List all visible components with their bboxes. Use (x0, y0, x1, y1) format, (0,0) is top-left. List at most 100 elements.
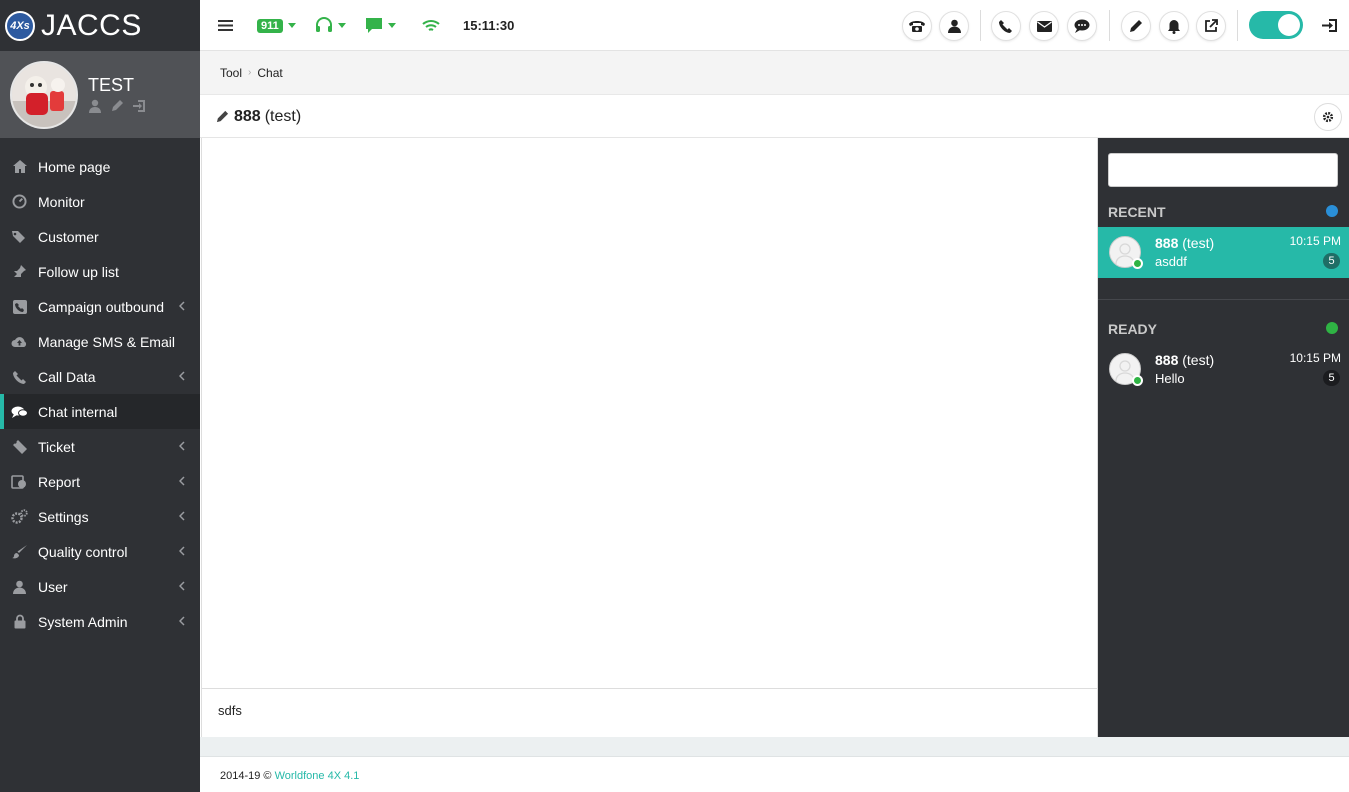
comments-icon (11, 403, 28, 420)
sidebar-item-label: Quality control (38, 543, 128, 560)
sidebar-item-follow-up[interactable]: Follow up list (0, 254, 200, 289)
sidebar-item-label: Manage SMS & Email (38, 333, 175, 350)
chevron-left-icon (179, 616, 185, 626)
call-log-button[interactable] (902, 11, 932, 41)
dashboard-icon (11, 193, 28, 210)
contact-name: 888 (test) (1155, 352, 1215, 368)
contact-item-ready[interactable]: 888 (test) Hello 10:15 PM 5 (1098, 344, 1349, 395)
sidebar-item-customer[interactable]: Customer (0, 219, 200, 254)
emergency-dropdown[interactable]: 911 (257, 0, 296, 51)
note-button[interactable] (1121, 11, 1151, 41)
sidebar-item-home[interactable]: Home page (0, 149, 200, 184)
sidebar-item-settings[interactable]: Settings (0, 499, 200, 534)
breadcrumb-separator: › (248, 67, 252, 78)
lock-icon (11, 613, 28, 630)
call-button[interactable] (991, 11, 1021, 41)
unread-count-badge: 5 (1323, 253, 1340, 269)
profile-edit-icon[interactable] (110, 99, 124, 113)
footer-copyright: 2014-19 © (220, 770, 272, 782)
chat-button[interactable] (1067, 11, 1097, 41)
toggle-knob (1278, 14, 1300, 36)
email-button[interactable] (1029, 11, 1059, 41)
user-icon (11, 578, 28, 595)
connection-status[interactable] (422, 0, 440, 51)
avatar[interactable] (10, 61, 78, 129)
notifications-button[interactable] (1159, 11, 1189, 41)
sidebar-item-label: Ticket (38, 438, 75, 455)
sidebar-item-campaign-outbound[interactable]: Campaign outbound (0, 289, 200, 324)
profile-actions (88, 99, 146, 113)
chat-title-suffix: (test) (264, 107, 302, 125)
sidebar-item-ticket[interactable]: Ticket (0, 429, 200, 464)
breadcrumb: Tool › Chat (200, 51, 1349, 95)
sidebar-item-call-data[interactable]: Call Data (0, 359, 200, 394)
contact-last-message: Hello (1155, 371, 1185, 386)
sidebar-item-label: System Admin (38, 613, 128, 630)
contact-search-input[interactable] (1108, 153, 1338, 187)
sidebar-item-label: User (38, 578, 68, 595)
profile-user-icon[interactable] (88, 99, 102, 113)
sidebar: 4Xs JACCS TEST Home page Monitor Custome… (0, 0, 200, 792)
status-toggle[interactable] (1249, 11, 1303, 39)
chevron-left-icon (179, 476, 185, 486)
hamburger-menu-button[interactable] (218, 0, 233, 51)
sidebar-item-quality-control[interactable]: Quality control (0, 534, 200, 569)
caret-down-icon (287, 23, 296, 28)
breadcrumb-item-tool[interactable]: Tool (220, 66, 242, 80)
phone-icon (11, 368, 28, 385)
logout-button[interactable] (1321, 0, 1338, 51)
contact-last-message: asddf (1155, 254, 1187, 269)
divider (1109, 10, 1110, 41)
sidebar-item-label: Campaign outbound (38, 298, 165, 315)
profile-logout-icon[interactable] (132, 99, 146, 113)
breadcrumb-item-chat[interactable]: Chat (257, 66, 282, 80)
ticket-icon (11, 438, 28, 455)
sidebar-item-label: Settings (38, 508, 89, 525)
external-link-icon (1205, 19, 1218, 32)
sidebar-item-chat-internal[interactable]: Chat internal (0, 394, 200, 429)
ready-section-title: READY (1108, 321, 1158, 337)
chevron-left-icon (179, 581, 185, 591)
message-input[interactable]: sdfs (202, 688, 1097, 737)
sidebar-item-manage-sms-email[interactable]: Manage SMS & Email (0, 324, 200, 359)
phone-icon (999, 20, 1012, 33)
chat-status-dropdown[interactable] (366, 0, 396, 51)
report-icon (11, 473, 28, 490)
chevron-left-icon (179, 441, 185, 451)
footer-link[interactable]: Worldfone 4X 4.1 (275, 770, 360, 782)
contact-item-recent[interactable]: 888 (test) asddf 10:15 PM 5 (1098, 227, 1349, 278)
open-external-button[interactable] (1196, 11, 1226, 41)
phone-square-icon (11, 298, 28, 315)
contacts-button[interactable] (939, 11, 969, 41)
recent-section-title: RECENT (1108, 204, 1166, 220)
sidebar-item-report[interactable]: Report (0, 464, 200, 499)
caret-down-icon (388, 23, 396, 28)
gear-icon (1322, 111, 1334, 123)
contacts-panel: RECENT 888 (test) asddf 10:15 PM 5 READY… (1098, 138, 1349, 737)
sidebar-item-user[interactable]: User (0, 569, 200, 604)
agent-status-dropdown[interactable] (315, 0, 346, 51)
chat-settings-button[interactable] (1314, 103, 1342, 131)
telephone-icon (909, 20, 925, 32)
pin-icon (11, 263, 28, 280)
chat-title-number: 888 (234, 107, 261, 125)
profile-panel: TEST (0, 51, 200, 138)
sidebar-menu: Home page Monitor Customer Follow up lis… (0, 149, 200, 639)
chevron-left-icon (179, 511, 185, 521)
headset-icon (316, 17, 332, 32)
hamburger-icon (218, 20, 233, 31)
profile-name: TEST (88, 75, 135, 95)
chat-bubble-icon (366, 18, 382, 33)
sidebar-item-system-admin[interactable]: System Admin (0, 604, 200, 639)
sidebar-item-monitor[interactable]: Monitor (0, 184, 200, 219)
contact-time: 10:15 PM (1289, 351, 1341, 365)
section-divider (1098, 299, 1349, 300)
sign-out-icon (1322, 19, 1337, 32)
sidebar-item-label: Monitor (38, 193, 85, 210)
brand-logo[interactable]: 4Xs JACCS (0, 0, 200, 51)
topbar: 911 15:11:30 (200, 0, 1349, 51)
sidebar-item-label: Chat internal (38, 403, 118, 420)
cloud-upload-icon (11, 333, 28, 350)
badge-911: 911 (257, 18, 283, 33)
comment-dots-icon (1074, 19, 1090, 33)
